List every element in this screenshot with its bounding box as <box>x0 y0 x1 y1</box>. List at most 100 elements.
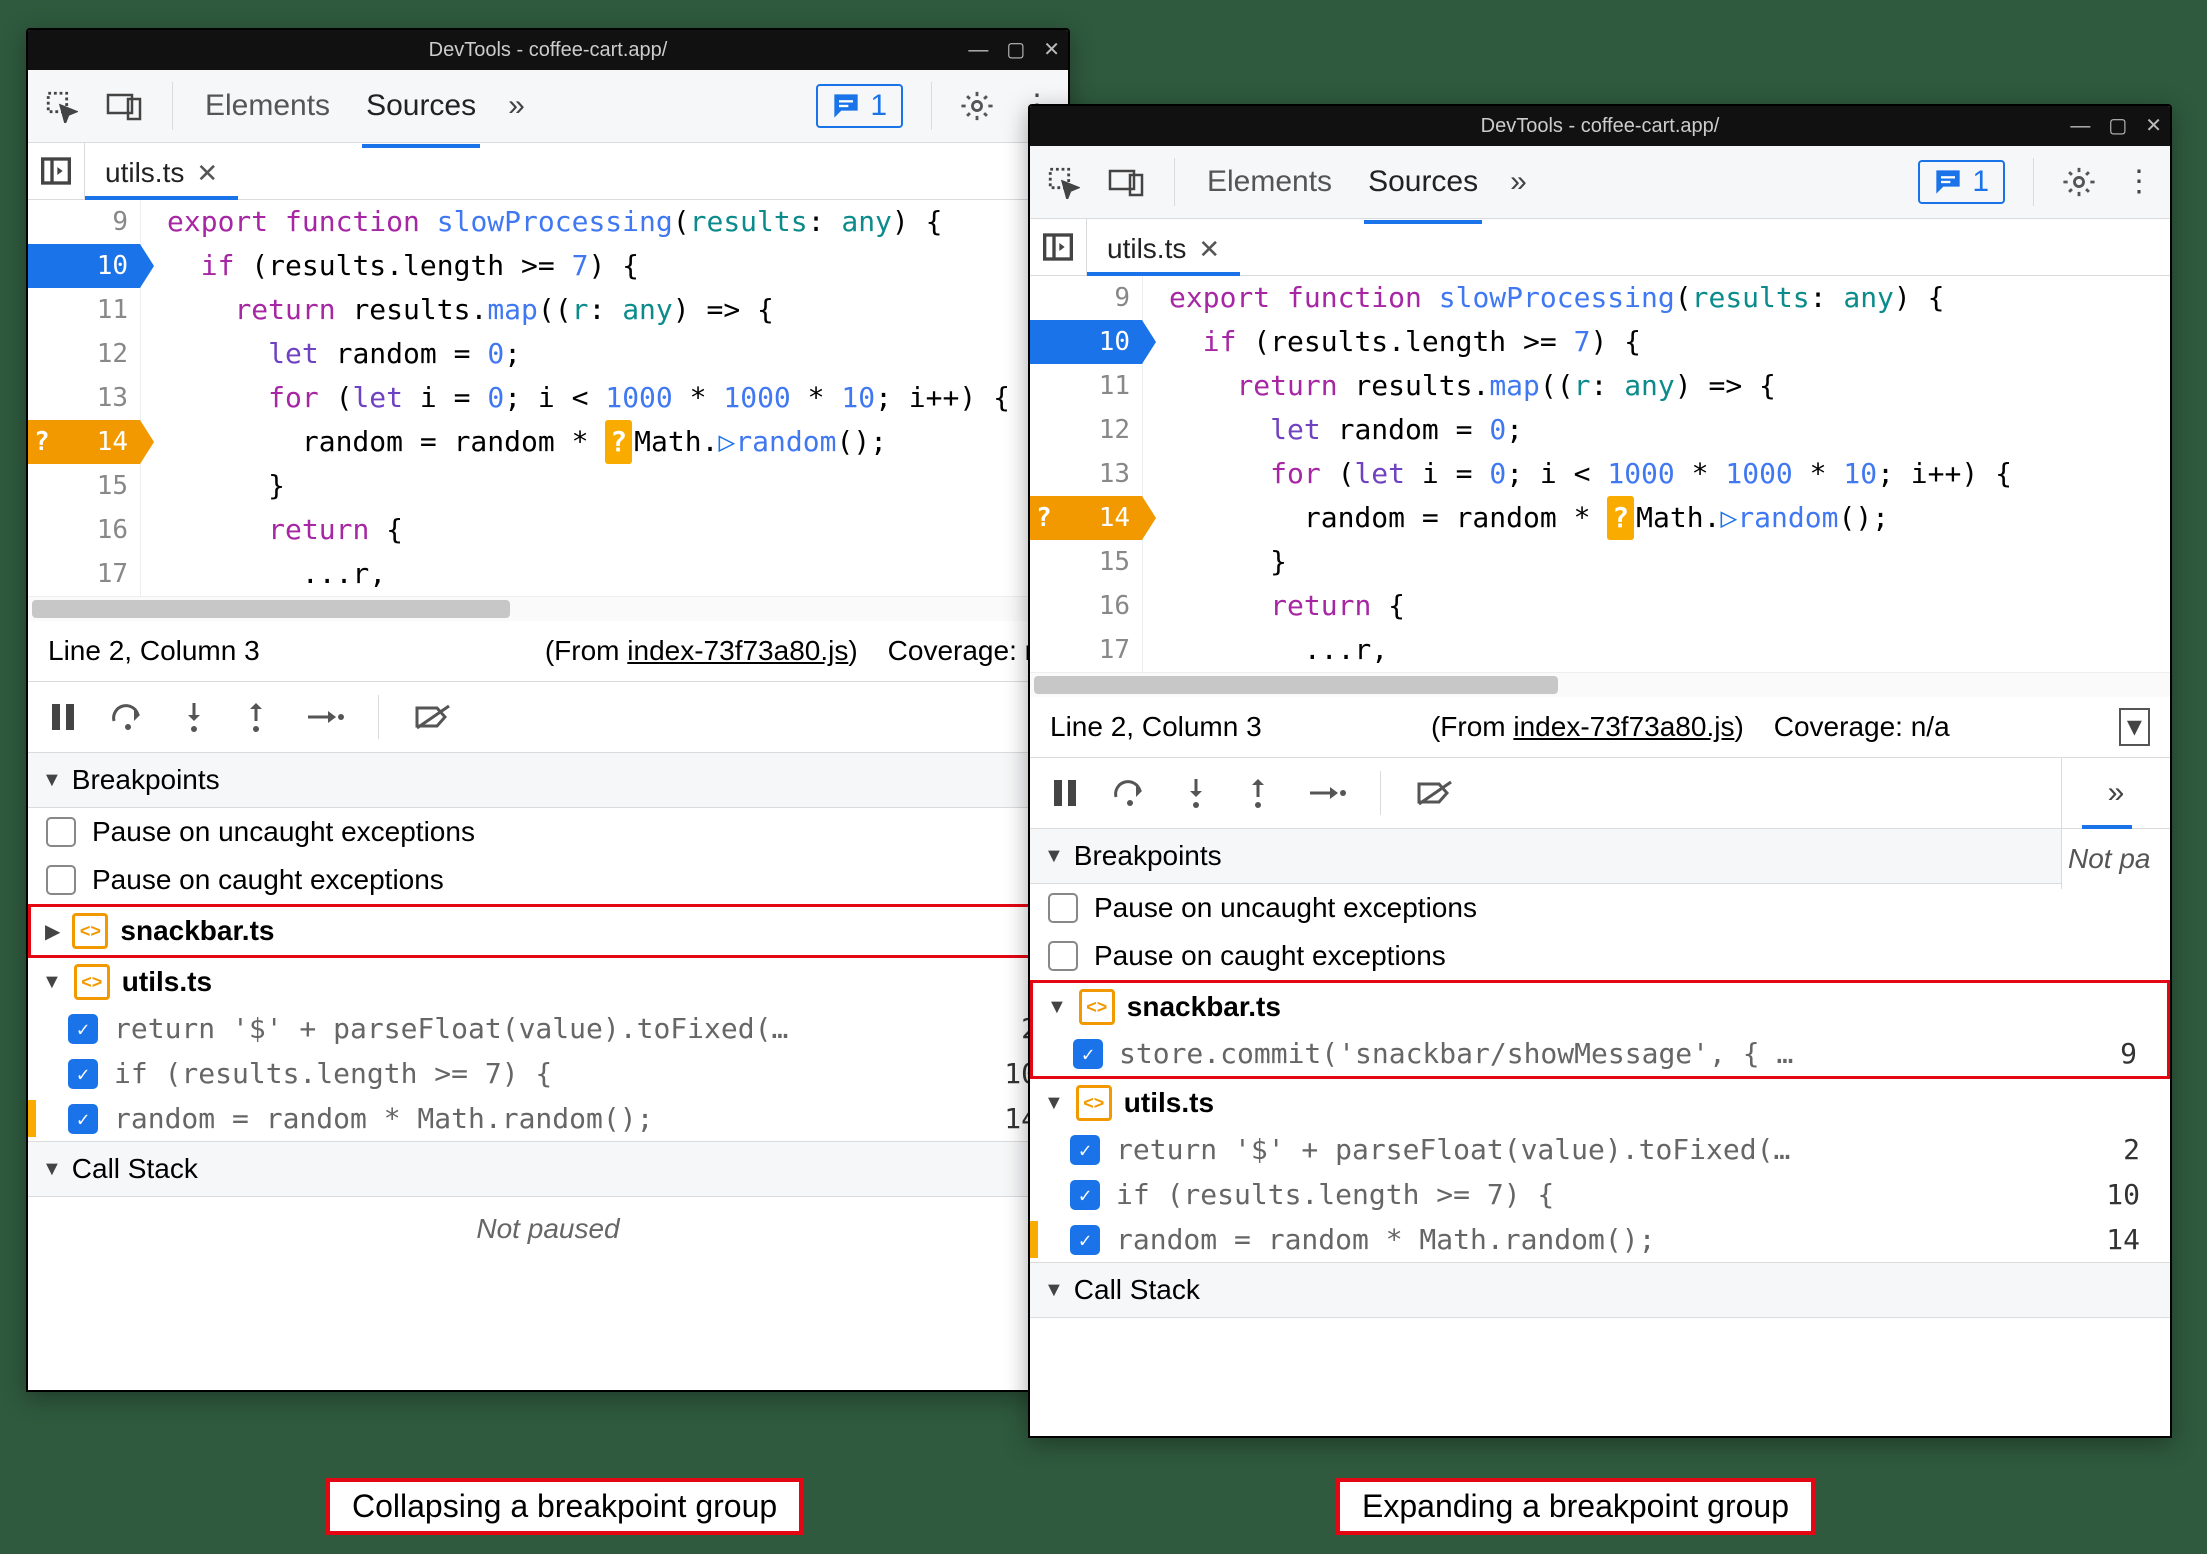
minimize-icon[interactable]: — <box>968 40 988 60</box>
code-editor[interactable]: 9export function slowProcessing(results:… <box>28 200 1068 596</box>
breakpoint-checkbox[interactable] <box>68 1104 98 1134</box>
breakpoint-checkbox[interactable] <box>1073 1039 1103 1069</box>
breakpoint-item[interactable]: return '$' + parseFloat(value).toFixed(…… <box>1030 1127 2170 1172</box>
tab-sources[interactable]: Sources <box>1364 159 1482 205</box>
more-tabs-icon[interactable]: » <box>508 91 525 121</box>
tab-elements[interactable]: Elements <box>201 83 334 129</box>
code-line-text: return { <box>1143 584 2170 628</box>
close-tab-icon[interactable]: ✕ <box>196 158 218 189</box>
breakpoint-group-utils[interactable]: ▼ <> utils.ts <box>28 958 1068 1006</box>
line-number[interactable]: 16 <box>1030 584 1143 628</box>
breakpoint-group-snackbar[interactable]: ▶ <> snackbar.ts <box>28 904 1068 958</box>
breakpoint-code: random = random * Math.random(); <box>114 1102 988 1135</box>
device-icon[interactable] <box>1108 167 1146 197</box>
line-number[interactable]: 15 <box>1030 540 1143 584</box>
checkbox-pause-caught[interactable] <box>1048 941 1078 971</box>
device-icon[interactable] <box>106 91 144 121</box>
breakpoint-group-utils[interactable]: ▼ <> utils.ts <box>1030 1079 2170 1127</box>
breakpoint-item[interactable]: random = random * Math.random();14 <box>1030 1217 2170 1262</box>
step-out-icon[interactable] <box>1244 777 1272 809</box>
pause-caught-label: Pause on caught exceptions <box>1094 940 1446 972</box>
horizontal-scrollbar[interactable] <box>28 596 1068 621</box>
sourcemap-link[interactable]: index-73f73a80.js <box>627 635 848 666</box>
tab-elements[interactable]: Elements <box>1203 159 1336 205</box>
debugger-toolbar <box>1030 758 2170 829</box>
inspect-icon[interactable] <box>44 89 78 123</box>
breakpoint-checkbox[interactable] <box>1070 1135 1100 1165</box>
call-stack-section[interactable]: ▼ Call Stack <box>28 1141 1068 1197</box>
file-tab-utils[interactable]: utils.ts ✕ <box>1087 223 1240 275</box>
line-number[interactable]: 9 <box>1030 276 1143 320</box>
step-over-icon[interactable] <box>1112 778 1148 808</box>
more-tabs-icon[interactable]: » <box>1510 167 1527 197</box>
navigator-toggle[interactable] <box>1030 219 1087 275</box>
breakpoint-checkbox[interactable] <box>68 1014 98 1044</box>
breakpoint-code: return '$' + parseFloat(value).toFixed(… <box>114 1012 1005 1045</box>
code-editor[interactable]: 9export function slowProcessing(results:… <box>1030 276 2170 672</box>
breakpoints-section[interactable]: ▼ Breakpoints <box>1030 829 2170 884</box>
tab-sources[interactable]: Sources <box>362 83 480 129</box>
call-stack-section[interactable]: ▼ Call Stack <box>1030 1262 2170 1318</box>
deactivate-breakpoints-icon[interactable] <box>413 702 453 732</box>
line-number[interactable]: 17 <box>1030 628 1143 672</box>
breakpoint-line: 10 <box>2106 1178 2152 1211</box>
issues-count: 1 <box>870 89 887 123</box>
step-icon[interactable] <box>304 705 344 729</box>
line-number[interactable]: 16 <box>28 508 141 552</box>
kebab-icon[interactable]: ⋮ <box>2124 167 2154 197</box>
breakpoint-group-snackbar[interactable]: ▼ <> snackbar.ts <box>1033 983 2167 1031</box>
more-tabs-icon[interactable]: » <box>2108 778 2125 808</box>
pause-icon[interactable] <box>50 702 76 732</box>
line-number[interactable]: 12 <box>28 332 141 376</box>
breakpoint-checkbox[interactable] <box>1070 1225 1100 1255</box>
close-tab-icon[interactable]: ✕ <box>1198 234 1220 265</box>
step-out-icon[interactable] <box>242 701 270 733</box>
breakpoint-item[interactable]: if (results.length >= 7) {10 <box>1030 1172 2170 1217</box>
close-icon[interactable]: ✕ <box>2145 116 2162 136</box>
pause-caught-label: Pause on caught exceptions <box>92 864 444 896</box>
sourcemap-link[interactable]: index-73f73a80.js <box>1513 711 1734 742</box>
pause-icon[interactable] <box>1052 778 1078 808</box>
maximize-icon[interactable]: ▢ <box>1006 40 1025 60</box>
step-over-icon[interactable] <box>110 702 146 732</box>
line-number[interactable]: 14 <box>1030 496 1143 540</box>
line-number[interactable]: 11 <box>28 288 141 332</box>
line-number[interactable]: 14 <box>28 420 141 464</box>
line-number[interactable]: 11 <box>1030 364 1143 408</box>
breakpoint-checkbox[interactable] <box>1070 1180 1100 1210</box>
step-into-icon[interactable] <box>1182 777 1210 809</box>
breakpoint-item[interactable]: store.commit('snackbar/showMessage', { …… <box>1033 1031 2167 1076</box>
issues-badge[interactable]: 1 <box>1918 160 2005 204</box>
settings-icon[interactable] <box>2062 165 2096 199</box>
step-into-icon[interactable] <box>180 701 208 733</box>
line-number[interactable]: 10 <box>28 244 141 288</box>
checkbox-pause-uncaught[interactable] <box>46 817 76 847</box>
maximize-icon[interactable]: ▢ <box>2108 116 2127 136</box>
breakpoint-checkbox[interactable] <box>68 1059 98 1089</box>
line-number[interactable]: 12 <box>1030 408 1143 452</box>
horizontal-scrollbar[interactable] <box>1030 672 2170 697</box>
breakpoints-section[interactable]: ▼ Breakpoints <box>28 753 1068 808</box>
line-number[interactable]: 13 <box>28 376 141 420</box>
close-icon[interactable]: ✕ <box>1043 40 1060 60</box>
breakpoint-item[interactable]: return '$' + parseFloat(value).toFixed(…… <box>28 1006 1068 1051</box>
issues-badge[interactable]: 1 <box>816 84 903 128</box>
inspect-icon[interactable] <box>1046 165 1080 199</box>
deactivate-breakpoints-icon[interactable] <box>1415 778 1455 808</box>
file-tab-utils[interactable]: utils.ts ✕ <box>85 147 238 199</box>
collapse-panel-icon[interactable]: ▾ <box>2119 708 2150 746</box>
line-number[interactable]: 9 <box>28 200 141 244</box>
line-number[interactable]: 15 <box>28 464 141 508</box>
checkbox-pause-caught[interactable] <box>46 865 76 895</box>
breakpoint-item[interactable]: random = random * Math.random();14 <box>28 1096 1068 1141</box>
line-number[interactable]: 10 <box>1030 320 1143 364</box>
checkbox-pause-uncaught[interactable] <box>1048 893 1078 923</box>
not-paused-label: Not paused <box>28 1197 1068 1261</box>
breakpoint-item[interactable]: if (results.length >= 7) {10 <box>28 1051 1068 1096</box>
navigator-toggle[interactable] <box>28 143 85 199</box>
line-number[interactable]: 17 <box>28 552 141 596</box>
step-icon[interactable] <box>1306 781 1346 805</box>
minimize-icon[interactable]: — <box>2070 116 2090 136</box>
settings-icon[interactable] <box>960 89 994 123</box>
line-number[interactable]: 13 <box>1030 452 1143 496</box>
